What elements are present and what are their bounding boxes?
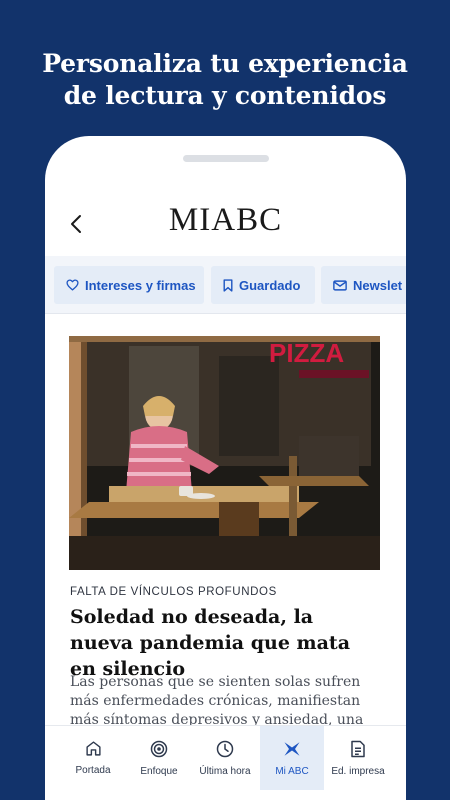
heart-icon [66,279,79,291]
nav-mi-abc[interactable]: Mi ABC [260,726,324,790]
tab-intereses-y-firmas[interactable]: Intereses y firmas [54,266,204,304]
article-summary: Las personas que se sienten solas sufren… [70,674,364,727]
tab-label: Newslet [353,277,403,293]
tab-guardado[interactable]: Guardado [211,266,315,304]
cafe-window-photo: PIZZA [69,336,380,570]
pizza-sign: PIZZA [269,338,344,368]
newspaper-icon [351,740,365,758]
article-photo[interactable]: PIZZA [69,336,380,570]
promo-title-line-1: Personaliza tu experiencia [42,49,408,78]
app-header: MIABC [45,194,406,254]
promo-title: Personaliza tu experiencia de lectura y … [0,48,450,112]
mi-abc-logo: MIABC [168,202,283,238]
nav-ed-impresa[interactable]: Ed. impresa [326,726,390,790]
mail-icon [333,279,347,291]
promo-title-line-2: de lectura y contenidos [63,81,387,110]
mi-abc-icon [284,742,300,756]
nav-label: Última hora [199,766,251,777]
nav-label: Ed. impresa [331,766,385,777]
target-icon [150,740,168,758]
phone-speaker [183,155,269,162]
phone-frame: MIABC Intereses y firmas Guardado Newsle… [45,136,406,800]
nav-label: Portada [75,765,111,776]
bookmark-icon [223,278,233,292]
home-icon [85,741,101,756]
nav-portada[interactable]: Portada [61,726,125,790]
nav-enfoque[interactable]: Enfoque [127,726,191,790]
article-kicker: FALTA DE VÍNCULOS PROFUNDOS [70,586,277,598]
nav-ultima-hora[interactable]: Última hora [193,726,257,790]
article-headline[interactable]: Soledad no deseada, la nueva pandemia qu… [70,604,380,682]
tab-label: Guardado [239,277,301,293]
bottom-navigation: Portada Enfoque Última hora Mi ABC Ed. i… [45,725,406,799]
section-tabs: Intereses y firmas Guardado Newslet [45,256,406,314]
tab-newsletters[interactable]: Newslet [321,266,406,304]
tab-label: Intereses y firmas [85,277,196,293]
nav-label: Enfoque [140,766,178,777]
clock-icon [216,740,234,758]
nav-label: Mi ABC [275,766,309,777]
